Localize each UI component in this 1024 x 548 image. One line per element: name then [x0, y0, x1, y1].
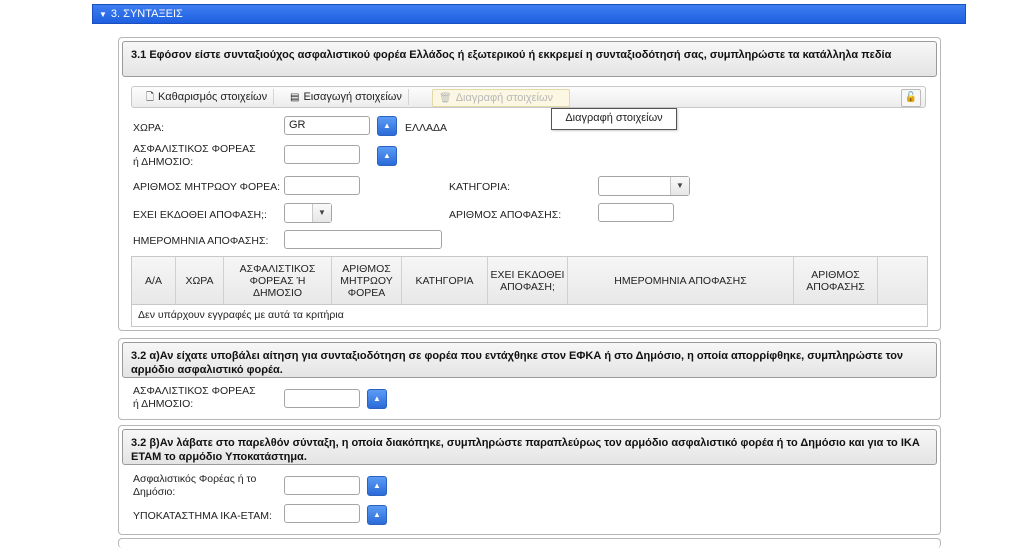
fund-input[interactable] — [284, 145, 360, 164]
column-header[interactable]: ΑΣΦΑΛΙΣΤΙΚΟΣ ΦΟΡΕΑΣ Ή ΔΗΜΟΣΙΟ — [224, 257, 332, 304]
decision-date-label: ΗΜΕΡΟΜΗΝΙΑ ΑΠΟΦΑΣΗΣ: — [133, 235, 269, 247]
arrow-up-icon: ▲ — [373, 481, 381, 490]
document-icon: 🗋 — [146, 92, 155, 103]
delete-tooltip: Διαγραφή στοιχείων — [551, 108, 677, 130]
arrow-up-icon: ▲ — [373, 510, 381, 519]
fund-input[interactable] — [284, 389, 360, 408]
registry-input[interactable] — [284, 176, 360, 195]
branch-input[interactable] — [284, 504, 360, 523]
fund-label: ΑΣΦΑΛΙΣΤΙΚΟΣ ΦΟΡΕΑΣ ή ΔΗΜΟΣΙΟ: — [133, 385, 256, 410]
category-select[interactable]: ▼ — [598, 176, 690, 196]
panel-rejected-application: 3.2 α)Αν είχατε υποβάλει αίτηση για συντ… — [118, 338, 941, 420]
decision-number-label: ΑΡΙΘΜΟΣ ΑΠΟΦΑΣΗΣ: — [449, 209, 562, 221]
triangle-down-icon: ▼ — [99, 10, 107, 19]
column-header-spacer — [878, 257, 927, 304]
arrow-up-icon: ▲ — [373, 394, 381, 403]
pensions-grid: Α/Α ΧΩΡΑ ΑΣΦΑΛΙΣΤΙΚΟΣ ΦΟΡΕΑΣ Ή ΔΗΜΟΣΙΟ Α… — [131, 256, 928, 327]
category-label: ΚΑΤΗΓΟΡΙΑ: — [449, 181, 511, 193]
chevron-down-icon: ▼ — [670, 177, 689, 195]
lock-icon: 🔓 — [904, 92, 918, 103]
column-header[interactable]: ΧΩΡΑ — [176, 257, 224, 304]
panel-title: 3.2 β)Αν λάβατε στο παρελθόν σύνταξη, η … — [122, 429, 937, 465]
fund-input[interactable] — [284, 476, 360, 495]
column-header[interactable]: ΚΑΤΗΓΟΡΙΑ — [402, 257, 488, 304]
decision-issued-label: ΕΧΕΙ ΕΚΔΟΘΕΙ ΑΠΟΦΑΣΗ;: — [133, 209, 267, 221]
panel-title: 3.2 α)Αν είχατε υποβάλει αίτηση για συντ… — [122, 342, 937, 378]
decision-number-input[interactable] — [598, 203, 674, 222]
toolbar: 🗋 Καθαρισμός στοιχείων ▤ Εισαγωγή στοιχείω… — [131, 86, 926, 108]
country-name: ΕΛΛΑΔΑ — [405, 122, 448, 134]
country-lookup-button[interactable]: ▲ — [377, 116, 397, 136]
arrow-up-icon: ▲ — [383, 121, 391, 130]
fund-label: ΑΣΦΑΛΙΣΤΙΚΟΣ ΦΟΡΕΑΣ ή ΔΗΜΟΣΙΟ: — [133, 143, 256, 168]
branch-lookup-button[interactable]: ▲ — [367, 505, 387, 525]
grid-empty-message: Δεν υπάρχουν εγγραφές με αυτά τα κριτήρι… — [138, 309, 344, 321]
chevron-down-icon: ▼ — [312, 204, 331, 222]
lock-button[interactable]: 🔓 — [901, 89, 921, 107]
save-icon: ▤ — [290, 92, 300, 103]
delete-button[interactable]: 🗑 Διαγραφή στοιχείων — [432, 89, 570, 107]
insert-button[interactable]: ▤ Εισαγωγή στοιχείων — [284, 89, 409, 105]
fund-lookup-button[interactable]: ▲ — [377, 146, 397, 166]
column-header[interactable]: Α/Α — [132, 257, 176, 304]
section-title: 3. ΣΥΝΤΑΞΕΙΣ — [110, 8, 183, 20]
column-header[interactable]: ΗΜΕΡΟΜΗΝΙΑ ΑΠΟΦΑΣΗΣ — [568, 257, 794, 304]
arrow-up-icon: ▲ — [383, 151, 391, 160]
section-header-pensions[interactable]: ▼ 3. ΣΥΝΤΑΞΕΙΣ — [92, 4, 966, 24]
country-input[interactable]: GR — [284, 116, 370, 135]
fund-lookup-button[interactable]: ▲ — [367, 389, 387, 409]
panel-title: 3.1 Εφόσον είστε συνταξιούχος ασφαλιστικ… — [122, 41, 937, 77]
fund-label: Ασφαλιστικός Φορέας ή το Δημόσιο: — [133, 473, 257, 498]
panel-next — [118, 538, 941, 548]
column-header[interactable]: ΕΧΕΙ ΕΚΔΟΘΕΙ ΑΠΟΦΑΣΗ; — [488, 257, 568, 304]
clear-button[interactable]: 🗋 Καθαρισμός στοιχείων — [140, 89, 275, 105]
branch-label: ΥΠΟΚΑΤΑΣΤΗΜΑ ΙΚΑ-ΕΤΑΜ: — [133, 510, 272, 522]
decision-date-input[interactable] — [284, 230, 442, 249]
fund-lookup-button[interactable]: ▲ — [367, 476, 387, 496]
column-header[interactable]: ΑΡΙΘΜΟΣ ΜΗΤΡΩΟΥ ΦΟΡΕΑ — [332, 257, 402, 304]
panel-discontinued-pension: 3.2 β)Αν λάβατε στο παρελθόν σύνταξη, η … — [118, 425, 941, 535]
panel-pension-status: 3.1 Εφόσον είστε συνταξιούχος ασφαλιστικ… — [118, 37, 941, 331]
country-label: ΧΩΡΑ: — [133, 122, 164, 134]
decision-issued-select[interactable]: ▼ — [284, 203, 332, 223]
column-header[interactable]: ΑΡΙΘΜΟΣ ΑΠΟΦΑΣΗΣ — [794, 257, 878, 304]
registry-label: ΑΡΙΘΜΟΣ ΜΗΤΡΩΟΥ ΦΟΡΕΑ: — [133, 181, 281, 193]
trash-icon: 🗑 — [439, 93, 452, 104]
grid-header: Α/Α ΧΩΡΑ ΑΣΦΑΛΙΣΤΙΚΟΣ ΦΟΡΕΑΣ Ή ΔΗΜΟΣΙΟ Α… — [132, 257, 927, 305]
